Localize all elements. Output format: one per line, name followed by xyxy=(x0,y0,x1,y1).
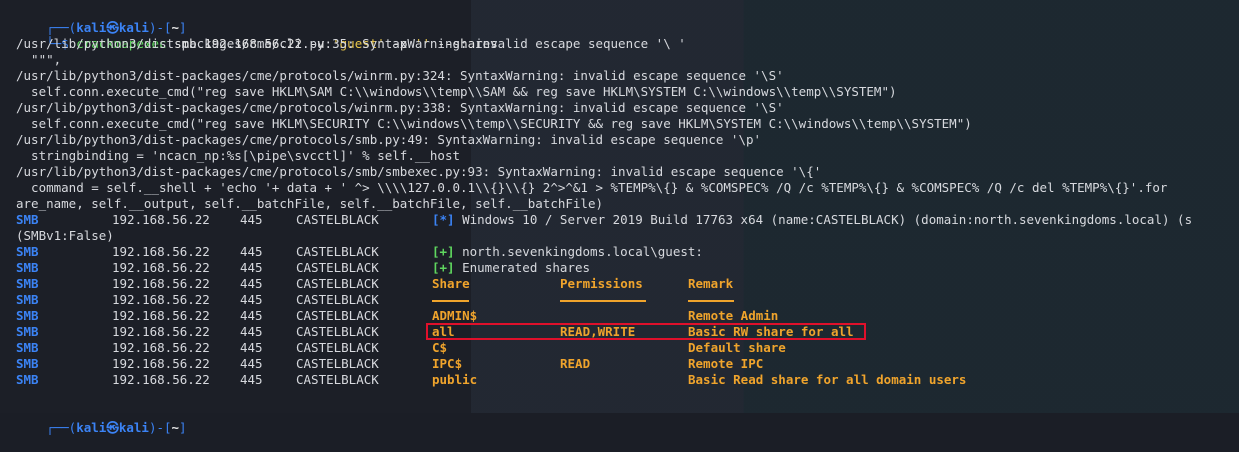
success-marker: [+] xyxy=(432,260,455,275)
host-name: CASTELBLACK xyxy=(296,212,379,227)
underline-remark xyxy=(688,300,734,302)
terminal-window[interactable]: ┌──(kali㉿kali)-[~] └─$ crackmapexec smb … xyxy=(0,0,1239,435)
warning-line: stringbinding = 'ncacn_np:%s[\pipe\svcct… xyxy=(16,148,461,163)
share-name: C$ xyxy=(432,340,448,355)
header-share: Share xyxy=(432,276,470,291)
share-remark: Default share xyxy=(688,340,786,355)
warning-line: /usr/lib/python3/dist-packages/cme/proto… xyxy=(16,132,762,147)
warning-line: command = self.__shell + 'echo '+ data +… xyxy=(16,180,1168,195)
share-remark: Basic Read share for all domain users xyxy=(688,372,967,387)
share-name: IPC$ xyxy=(432,356,463,371)
info-marker: [*] xyxy=(432,212,455,227)
underline-share xyxy=(432,300,469,302)
ip-address: 192.168.56.22 xyxy=(112,212,210,227)
success-marker: [+] xyxy=(432,244,455,259)
header-remark: Remark xyxy=(688,276,734,291)
port: 445 xyxy=(240,212,263,227)
share-permissions: READ xyxy=(560,356,591,371)
warning-line: /usr/lib/python3/dist-packages/cme/proto… xyxy=(16,100,784,115)
warning-line: self.conn.execute_cmd("reg save HKLM\SAM… xyxy=(16,84,897,99)
prompt-header: ┌──(kali㉿kali)-[~] xyxy=(46,20,187,35)
host-info-wrap: (SMBv1:False) xyxy=(16,228,114,243)
header-permissions: Permissions xyxy=(560,276,643,291)
underline-permissions xyxy=(560,300,646,302)
warning-line: /usr/lib/python3/dist-packages/cme/proto… xyxy=(16,68,784,83)
warning-line: self.conn.execute_cmd("reg save HKLM\SEC… xyxy=(16,116,972,131)
warning-line: /usr/lib/python3/dist-packages/cme/cli.p… xyxy=(16,36,686,51)
host-info-text: Windows 10 / Server 2019 Build 17763 x64… xyxy=(454,212,1193,227)
share-remark: Remote Admin xyxy=(688,308,779,323)
share-remark: Remote IPC xyxy=(688,356,764,371)
proto-label: SMB xyxy=(16,212,39,227)
warning-line: /usr/lib/python3/dist-packages/cme/proto… xyxy=(16,164,822,179)
command-line[interactable]: └─$ crackmapexec smb 192.168.56.22 -u 'g… xyxy=(16,20,498,51)
enum-text: Enumerated shares xyxy=(454,260,591,275)
warning-line: are_name, self.__output, self.__batchFil… xyxy=(16,196,603,211)
share-name: public xyxy=(432,372,478,387)
auth-text: north.sevenkingdoms.local\guest: xyxy=(454,244,703,259)
highlight-box xyxy=(426,323,866,340)
share-name: ADMIN$ xyxy=(432,308,478,323)
warning-line: """, xyxy=(16,52,62,67)
next-prompt-header: ┌──(kali㉿kali)-[~] xyxy=(46,420,187,435)
